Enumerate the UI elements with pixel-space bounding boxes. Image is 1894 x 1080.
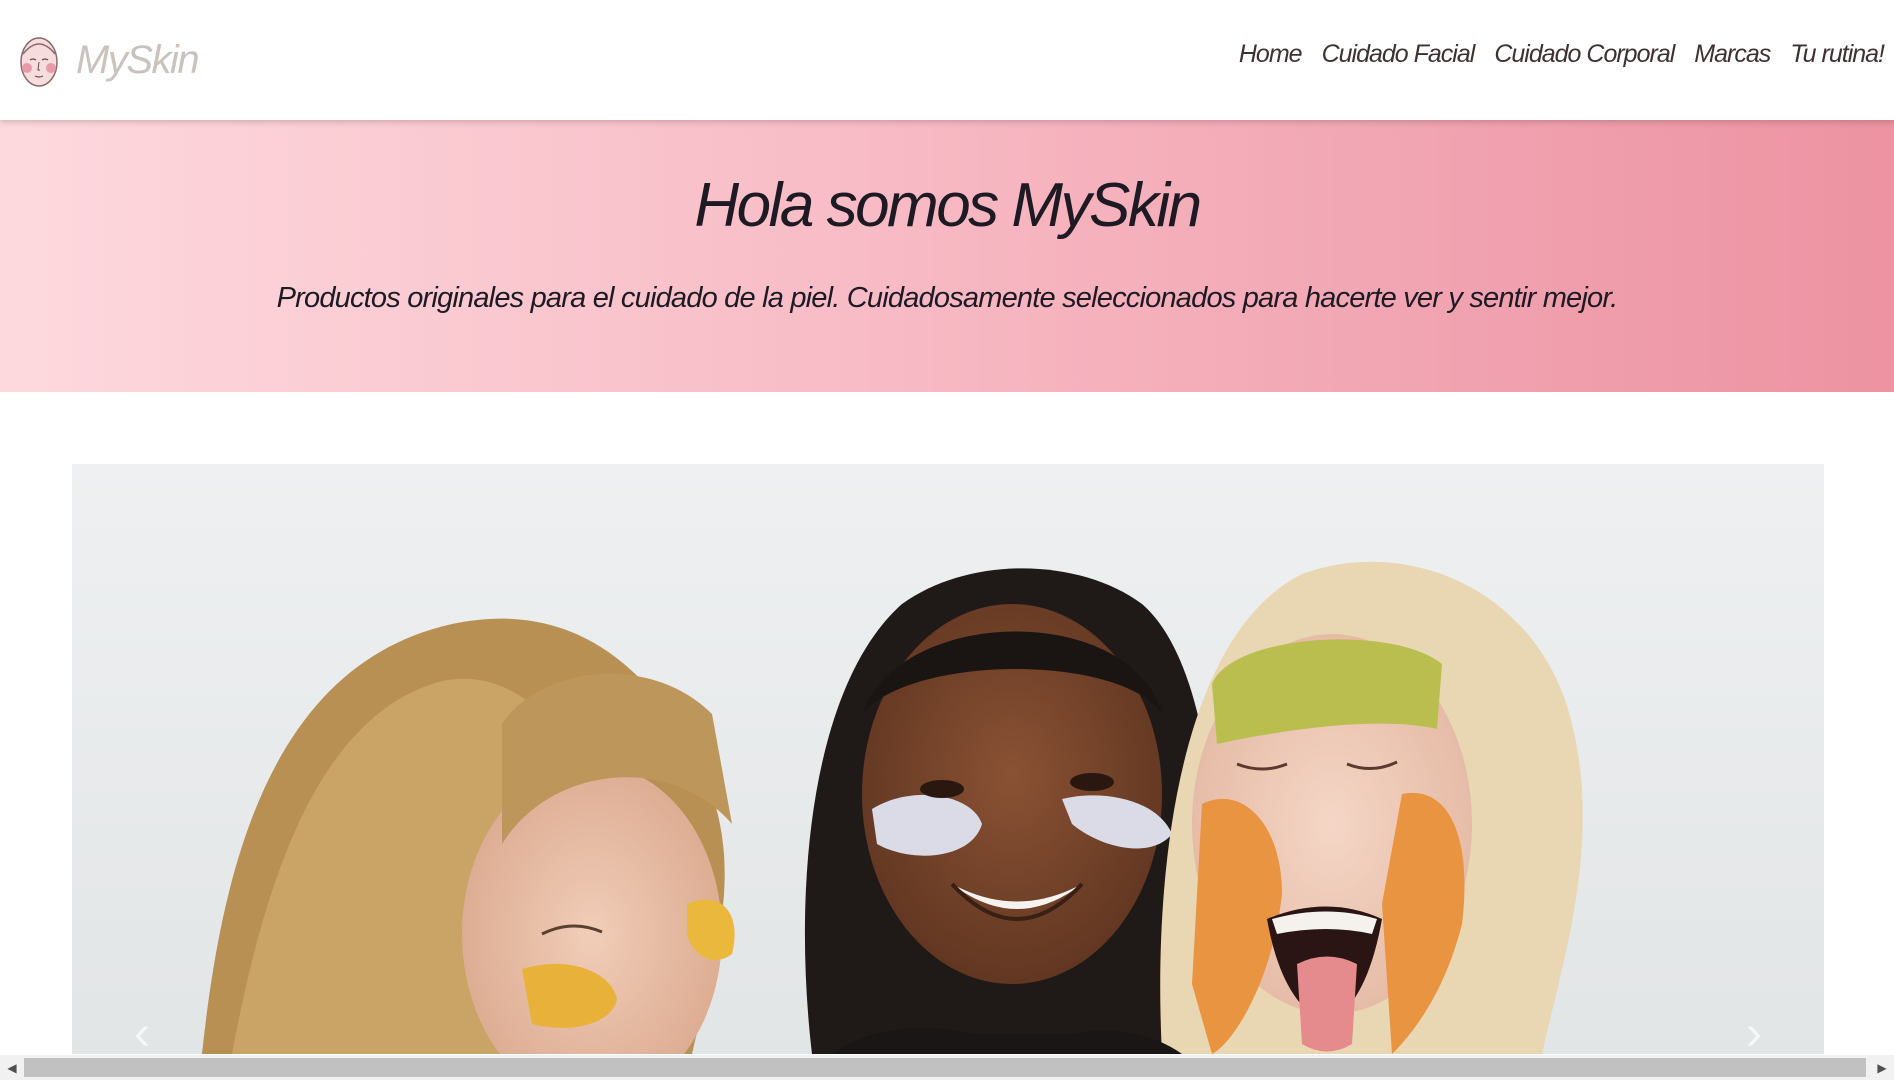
nav-item-tu-rutina[interactable]: Tu rutina! [1790,40,1885,69]
hero-title: Hola somos MySkin [694,171,1202,240]
navbar: MySkin Home Cuidado Facial Cuidado Corpo… [0,0,1894,120]
hero-banner: Hola somos MySkin Productos originales p… [0,120,1894,392]
hero-subtitle: Productos originales para el cuidado de … [276,282,1619,314]
nav-item-home[interactable]: Home [1239,40,1303,69]
brand-link[interactable]: MySkin [18,32,200,88]
scrollbar-thumb[interactable] [24,1058,1866,1077]
nav-item-marcas[interactable]: Marcas [1694,40,1771,69]
nav-links: Home Cuidado Facial Cuidado Corporal Mar… [1239,40,1885,69]
face-logo-icon [20,37,58,87]
nav-item-cuidado-corporal[interactable]: Cuidado Corporal [1494,40,1675,69]
brand-name: MySkin [76,37,200,82]
horizontal-scrollbar[interactable]: ◀ ▶ [0,1055,1894,1080]
nav-item-cuidado-facial[interactable]: Cuidado Facial [1322,40,1476,69]
scroll-left-icon[interactable]: ◀ [0,1055,24,1080]
carousel-slide-image [72,464,1824,1054]
image-carousel[interactable]: ‹ › [72,464,1824,1054]
scroll-right-icon[interactable]: ▶ [1870,1055,1894,1080]
chevron-right-icon[interactable]: › [1734,1010,1774,1055]
chevron-left-icon[interactable]: ‹ [122,1010,162,1055]
